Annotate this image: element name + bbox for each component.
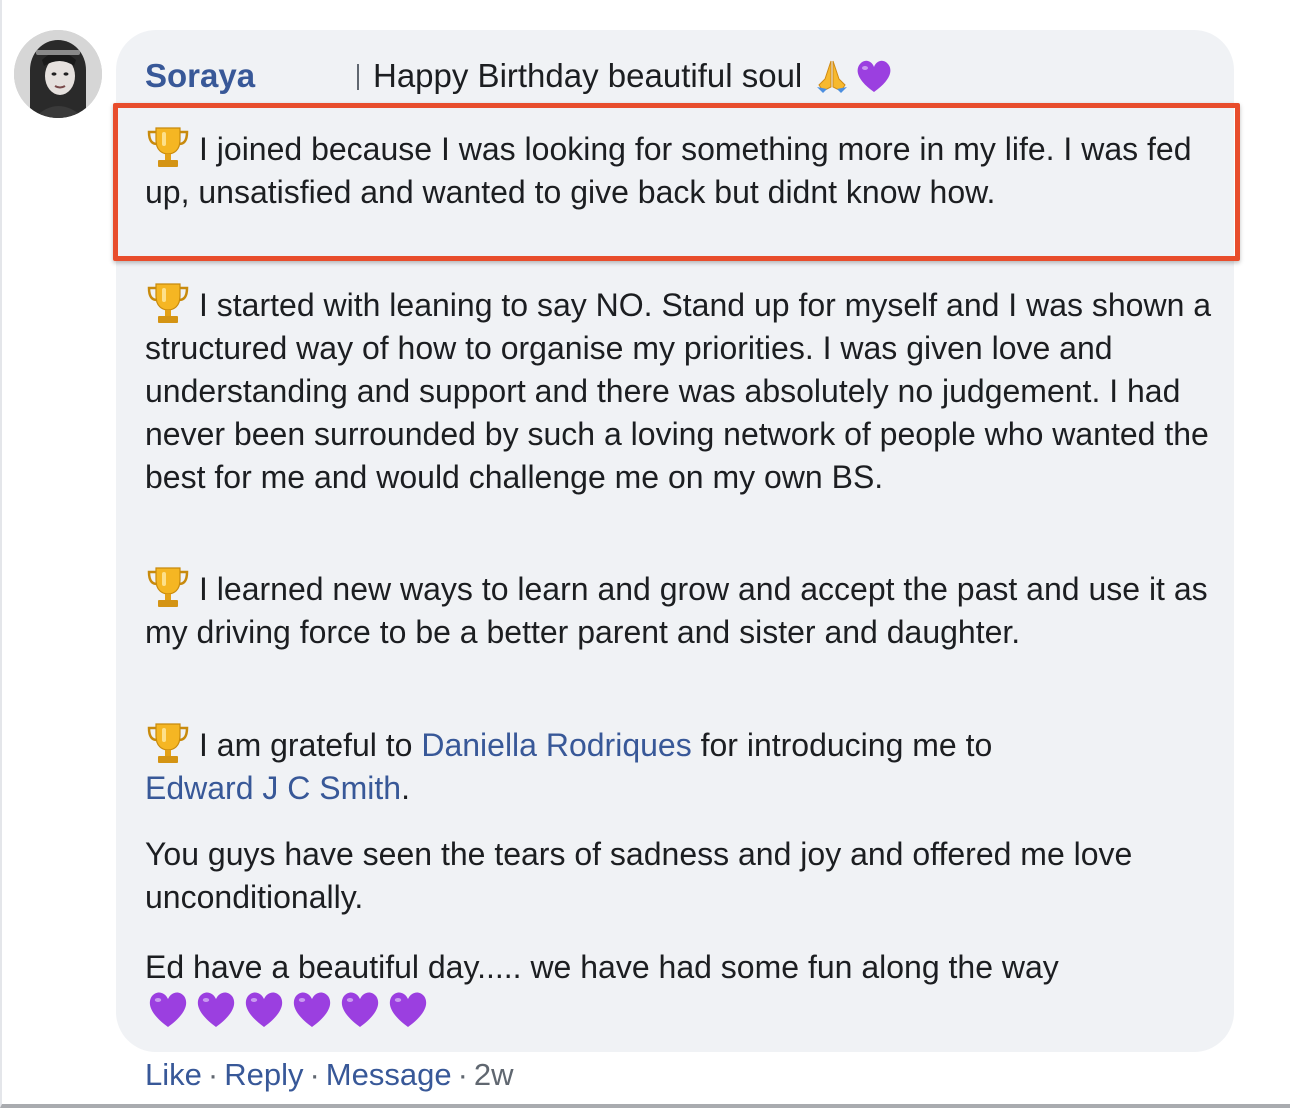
purple-heart-icon (145, 987, 193, 1031)
comment-actions: Like · Reply · Message · 2w (145, 1055, 514, 1095)
paragraph-text: You guys have seen the tears of sadness … (145, 836, 1133, 915)
paragraph-text: I started with leaning to say NO. Stand … (145, 287, 1212, 495)
paragraph-text: I learned new ways to learn and grow and… (145, 571, 1208, 650)
paragraph-text: I am grateful to (199, 727, 413, 763)
cursor-divider (357, 64, 359, 90)
paragraph-text: for introducing me to (700, 727, 993, 763)
paragraph-started: I started with leaning to say NO. Stand … (145, 280, 1220, 499)
separator: · (457, 1057, 468, 1092)
header-text: Happy Birthday beautiful soul (373, 57, 803, 94)
folded-hands-icon (811, 54, 853, 98)
trophy-icon (145, 280, 191, 323)
closing-hearts (145, 987, 433, 1031)
paragraph-grateful: I am grateful to Daniella Rodriques for … (145, 720, 1220, 810)
paragraph-beautiful-day: Ed have a beautiful day..... we have had… (145, 946, 1220, 989)
purple-heart-icon (337, 987, 385, 1031)
reply-button[interactable]: Reply (224, 1057, 303, 1092)
comment-author[interactable]: Soraya (145, 54, 255, 98)
trophy-icon (145, 720, 191, 763)
comment-header: Happy Birthday beautiful soul (373, 54, 895, 98)
purple-heart-icon (193, 987, 241, 1031)
mention-edward-j-c-smith[interactable]: Edward J C Smith (145, 770, 401, 806)
mention-daniella-rodriques[interactable]: Daniella Rodriques (421, 727, 691, 763)
like-button[interactable]: Like (145, 1057, 202, 1092)
purple-heart-icon (853, 54, 895, 98)
purple-heart-icon (241, 987, 289, 1031)
purple-heart-icon (289, 987, 337, 1031)
highlight-box (113, 103, 1240, 261)
message-button[interactable]: Message (326, 1057, 452, 1092)
paragraph-text: Ed have a beautiful day..... we have had… (145, 949, 1059, 985)
purple-heart-icon (385, 987, 433, 1031)
timestamp[interactable]: 2w (474, 1057, 514, 1092)
trophy-icon (145, 564, 191, 607)
paragraph-learned: I learned new ways to learn and grow and… (145, 564, 1220, 654)
paragraph-tears: You guys have seen the tears of sadness … (145, 833, 1220, 919)
separator: · (207, 1057, 219, 1092)
avatar[interactable] (14, 30, 102, 118)
separator: · (309, 1057, 320, 1092)
paragraph-text: . (401, 770, 410, 806)
